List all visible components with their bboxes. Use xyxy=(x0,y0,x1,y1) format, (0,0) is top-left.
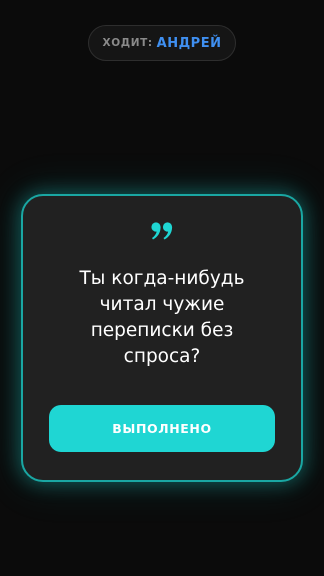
game-screen: ХОДИТ: АНДРЕЙ Ты когда-нибудь читал чужи… xyxy=(0,0,324,576)
turn-indicator: ХОДИТ: АНДРЕЙ xyxy=(88,25,236,61)
question-text: Ты когда-нибудь читал чужие переписки бе… xyxy=(79,268,245,367)
quote-icon xyxy=(151,222,173,240)
player-name: АНДРЕЙ xyxy=(156,35,222,51)
turn-label: ХОДИТ: xyxy=(102,37,153,49)
done-button[interactable]: ВЫПОЛНЕНО xyxy=(49,405,275,452)
